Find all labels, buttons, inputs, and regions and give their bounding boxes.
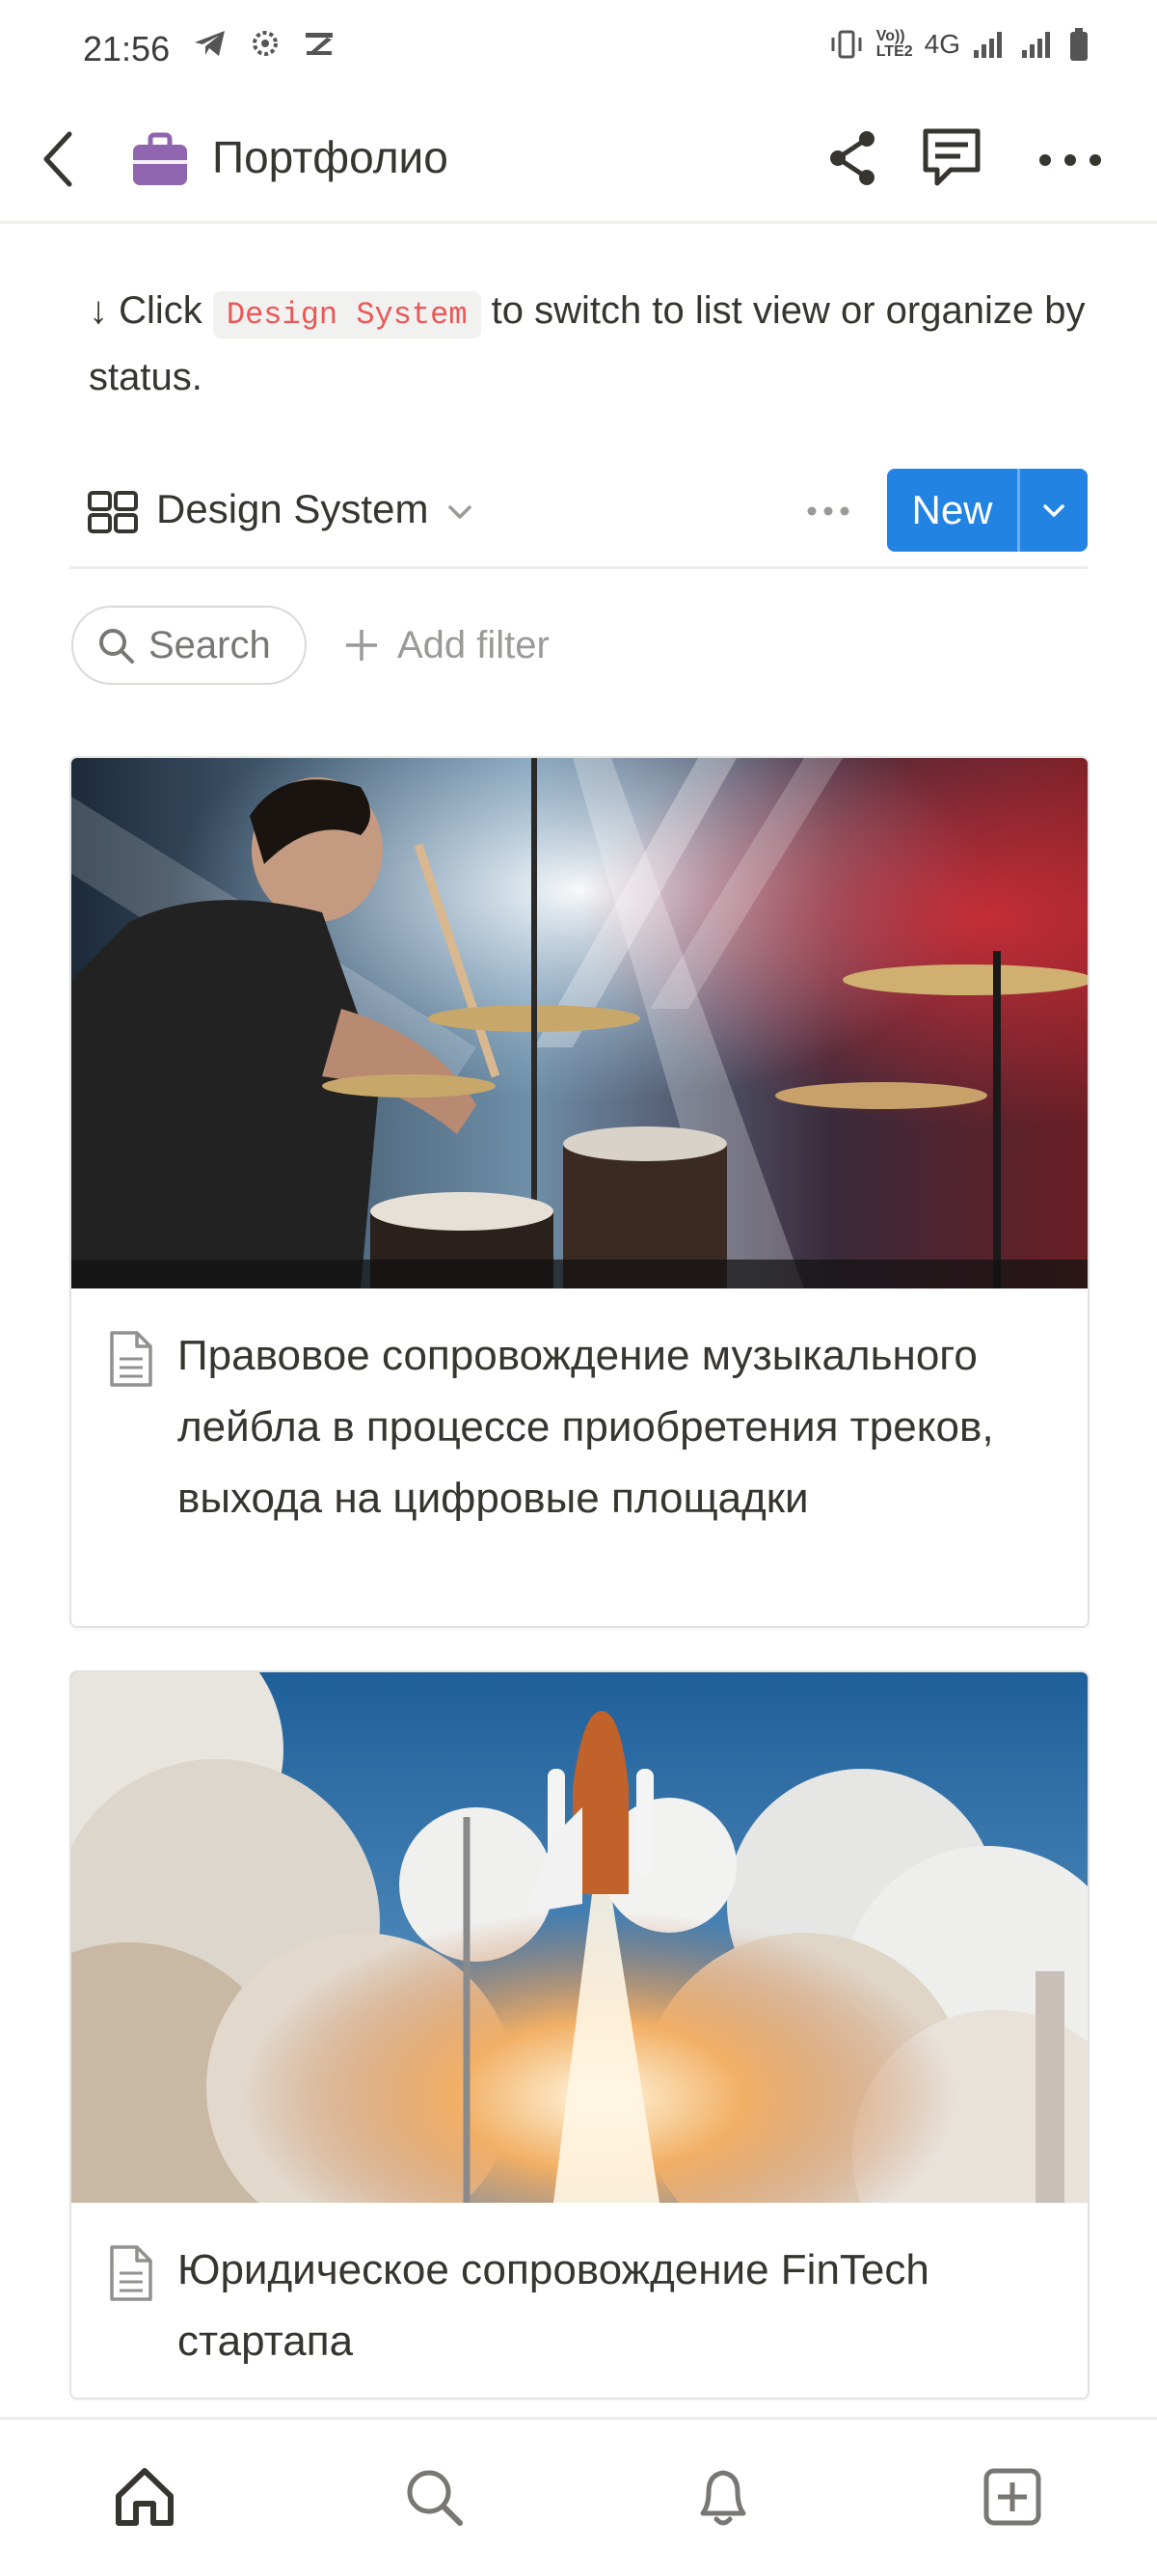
briefcase-icon xyxy=(133,132,187,185)
card-title: Юридическое сопровождение FinTech старта… xyxy=(177,2246,929,2365)
app-notification-icon xyxy=(306,33,333,55)
search-tab[interactable] xyxy=(395,2458,472,2535)
gallery-card[interactable]: Юридическое сопровождение FinTech старта… xyxy=(69,1670,1090,2400)
database-view-bar: Design System New xyxy=(69,463,1088,569)
view-name[interactable]: Design System xyxy=(156,486,428,532)
share-icon xyxy=(830,131,874,185)
signal-2-icon xyxy=(1022,32,1050,58)
add-filter-label: Add filter xyxy=(397,623,550,666)
new-button-group: New xyxy=(887,469,1088,552)
new-dropdown-button[interactable] xyxy=(1020,469,1088,552)
share-button[interactable] xyxy=(824,127,882,189)
add-filter-button[interactable]: Add filter xyxy=(343,613,550,677)
gallery-card[interactable]: Правовое сопровождение музыкального лейб… xyxy=(69,756,1090,1628)
card-body: Юридическое сопровождение FinTech старта… xyxy=(71,2208,1088,2377)
back-button[interactable] xyxy=(29,125,87,193)
gallery-view-icon[interactable] xyxy=(87,490,139,534)
search-icon xyxy=(407,2470,463,2526)
vibrate-icon xyxy=(831,30,862,59)
card-cover-image xyxy=(71,758,1088,1288)
comments-button[interactable] xyxy=(918,125,985,193)
status-notification-icons xyxy=(193,27,336,60)
status-time: 21:56 xyxy=(83,29,171,68)
new-page-tab[interactable] xyxy=(974,2458,1051,2535)
more-options-button[interactable] xyxy=(1032,125,1109,193)
more-icon xyxy=(1039,154,1101,166)
document-icon xyxy=(110,1331,152,1387)
document-icon xyxy=(110,2245,152,2301)
view-hint-text: ↓ Click Design System to switch to list … xyxy=(89,280,1101,408)
plus-square-icon xyxy=(983,2468,1041,2526)
card-cover-image xyxy=(71,1672,1088,2299)
card-body: Правовое сопровождение музыкального лейб… xyxy=(71,1293,1088,1534)
status-bar: 21:56 Vo)) LTE2 4G xyxy=(0,0,1157,96)
telegram-icon xyxy=(195,31,225,56)
card-title: Правовое сопровождение музыкального лейб… xyxy=(177,1332,994,1522)
home-tab[interactable] xyxy=(106,2458,183,2535)
network-type: 4G xyxy=(924,29,960,59)
bottom-navigation-bar xyxy=(0,2417,1157,2576)
home-icon xyxy=(116,2468,174,2526)
page-title[interactable]: Портфолио xyxy=(212,131,448,183)
view-more-icon[interactable] xyxy=(804,492,852,530)
comment-icon xyxy=(923,128,981,186)
notifications-tab[interactable] xyxy=(685,2458,762,2535)
search-button[interactable]: Search xyxy=(71,606,307,685)
plus-icon xyxy=(346,630,377,661)
search-label: Search xyxy=(148,623,271,666)
hint-prefix: ↓ Click xyxy=(89,289,213,332)
volte-indicator: Vo)) LTE2 xyxy=(875,28,913,60)
bell-icon xyxy=(700,2470,746,2526)
hint-inline-code: Design System xyxy=(212,291,481,339)
signal-1-icon xyxy=(974,32,1002,58)
status-system-icons: Vo)) LTE2 4G xyxy=(828,27,1090,62)
new-button[interactable]: New xyxy=(887,469,1020,552)
battery-icon xyxy=(1070,28,1088,61)
top-navigation-bar: Портфолио xyxy=(0,96,1157,224)
back-icon xyxy=(43,131,72,187)
chevron-down-icon[interactable] xyxy=(445,498,474,527)
search-icon xyxy=(99,629,134,664)
chevron-down-icon xyxy=(1043,504,1064,517)
gear-notification-icon xyxy=(253,31,278,56)
